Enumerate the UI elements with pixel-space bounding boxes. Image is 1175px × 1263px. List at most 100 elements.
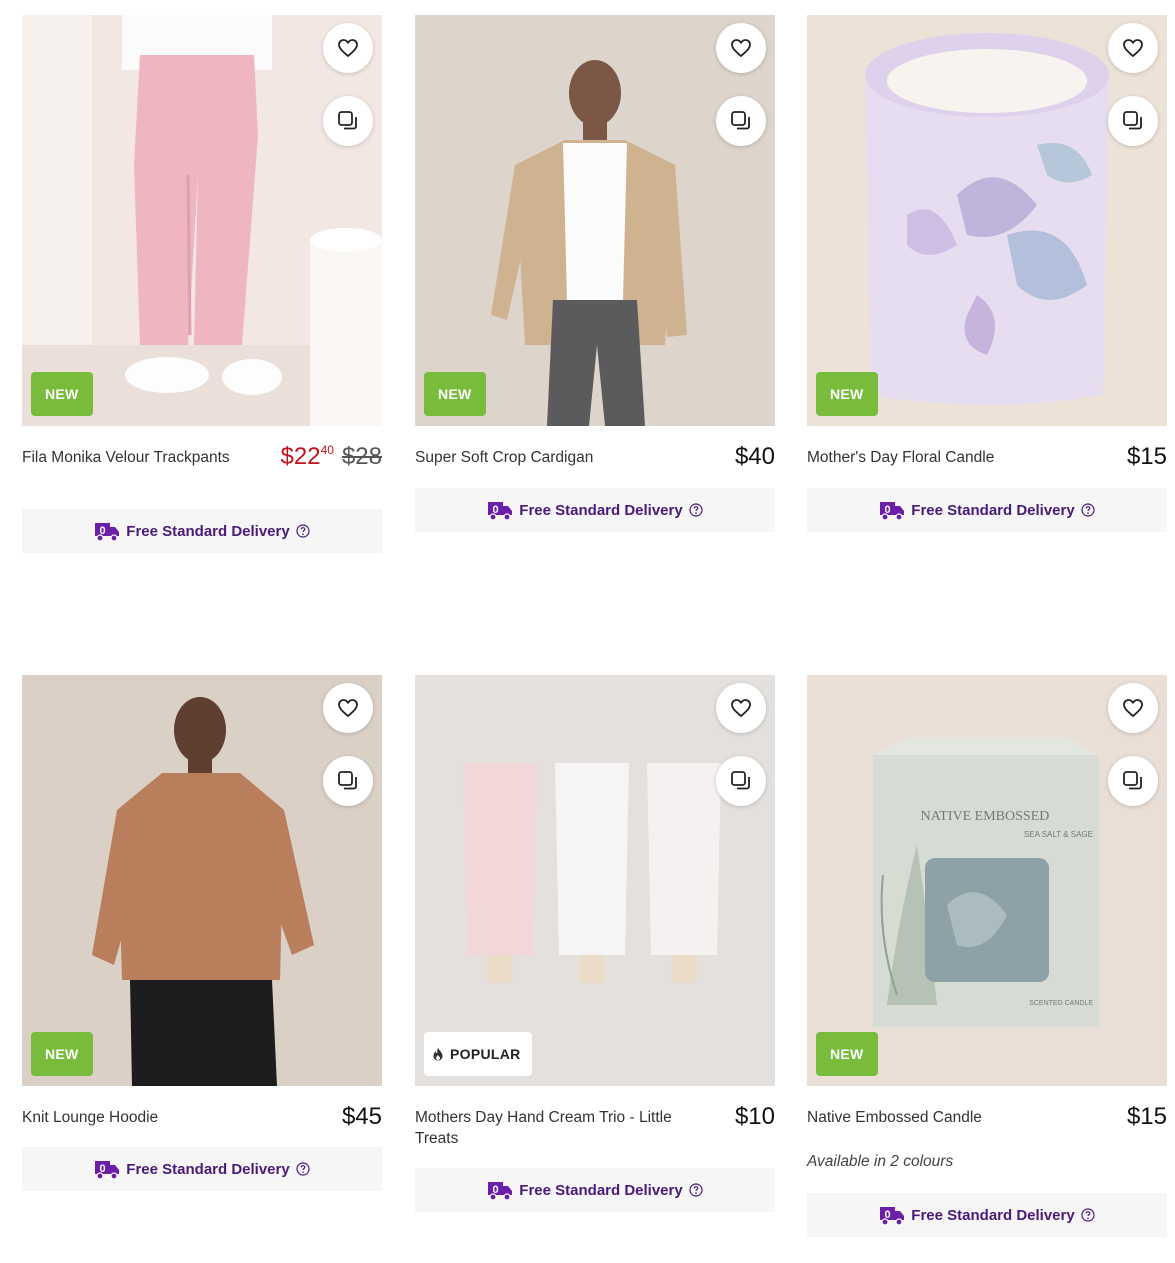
heart-icon xyxy=(731,39,751,57)
delivery-truck-icon: 0 xyxy=(95,523,120,542)
box-title: NATIVE EMBOSSED xyxy=(921,809,1050,824)
compare-icon xyxy=(1123,111,1142,130)
product-photo: NATIVE EMBOSSED SEA SALT & SAGE SCENTED … xyxy=(807,675,1167,1086)
compare-button[interactable] xyxy=(716,756,766,806)
delivery-label: Free Standard Delivery xyxy=(519,1181,683,1199)
svg-text:0: 0 xyxy=(100,1163,106,1175)
delivery-label: Free Standard Delivery xyxy=(126,1160,290,1178)
compare-icon xyxy=(731,111,750,130)
help-circle-icon[interactable] xyxy=(689,503,703,517)
compare-button[interactable] xyxy=(716,96,766,146)
delivery-label: Free Standard Delivery xyxy=(126,522,290,540)
product-price: $40 xyxy=(734,443,775,470)
svg-text:0: 0 xyxy=(100,525,106,537)
product-price: $45 xyxy=(341,1103,382,1130)
product-photo xyxy=(415,15,775,426)
product-name[interactable]: Super Soft Crop Cardigan xyxy=(415,447,625,468)
product-price: $15 xyxy=(1126,443,1167,470)
delivery-label: Free Standard Delivery xyxy=(911,1206,1075,1224)
wishlist-button[interactable] xyxy=(323,23,373,73)
free-delivery-banner[interactable]: 0 Free Standard Delivery xyxy=(415,488,775,532)
product-price: $15 xyxy=(1126,1103,1167,1130)
svg-text:0: 0 xyxy=(493,1184,499,1196)
popular-label: POPULAR xyxy=(450,1046,521,1062)
product-name[interactable]: Knit Lounge Hoodie xyxy=(22,1107,232,1128)
product-photo xyxy=(415,675,775,1086)
free-delivery-banner[interactable]: 0 Free Standard Delivery xyxy=(807,488,1167,532)
heart-icon xyxy=(1123,699,1143,717)
product-image[interactable]: NEW xyxy=(22,675,382,1086)
help-circle-icon[interactable] xyxy=(296,1162,310,1176)
product-price: $2240 $28 xyxy=(281,443,382,471)
delivery-truck-icon: 0 xyxy=(488,1182,513,1201)
heart-icon xyxy=(731,699,751,717)
new-badge: NEW xyxy=(816,1032,878,1076)
help-circle-icon[interactable] xyxy=(296,524,310,538)
free-delivery-banner[interactable]: 0 Free Standard Delivery xyxy=(22,1147,382,1191)
help-circle-icon[interactable] xyxy=(1081,503,1095,517)
product-photo xyxy=(22,675,382,1086)
delivery-truck-icon: 0 xyxy=(880,1207,905,1226)
product-card[interactable]: NEW Super Soft Crop Cardigan $40 0 Free … xyxy=(415,15,775,532)
sale-price-dollars: $22 xyxy=(280,443,321,470)
compare-icon xyxy=(731,771,750,790)
product-name[interactable]: Native Embossed Candle xyxy=(807,1107,1017,1128)
compare-button[interactable] xyxy=(323,96,373,146)
new-badge: NEW xyxy=(424,372,486,416)
box-footer: SCENTED CANDLE xyxy=(1029,1000,1093,1007)
product-image[interactable]: NATIVE EMBOSSED SEA SALT & SAGE SCENTED … xyxy=(807,675,1167,1086)
heart-icon xyxy=(338,699,358,717)
product-image[interactable]: NEW xyxy=(22,15,382,426)
svg-text:0: 0 xyxy=(493,504,499,516)
free-delivery-banner[interactable]: 0 Free Standard Delivery xyxy=(22,509,382,553)
svg-text:0: 0 xyxy=(885,504,891,516)
svg-text:0: 0 xyxy=(885,1209,891,1221)
product-photo xyxy=(807,15,1167,426)
product-image[interactable]: NEW xyxy=(807,15,1167,426)
sale-price: $2240 xyxy=(281,443,334,470)
product-card[interactable]: NEW Knit Lounge Hoodie $45 0 Free Standa… xyxy=(22,675,382,1191)
popular-badge: POPULAR xyxy=(424,1032,532,1076)
product-image[interactable]: POPULAR xyxy=(415,675,775,1086)
wishlist-button[interactable] xyxy=(323,683,373,733)
original-price: $28 xyxy=(341,443,382,470)
help-circle-icon[interactable] xyxy=(689,1183,703,1197)
help-circle-icon[interactable] xyxy=(1081,1208,1095,1222)
free-delivery-banner[interactable]: 0 Free Standard Delivery xyxy=(807,1193,1167,1237)
wishlist-button[interactable] xyxy=(716,683,766,733)
delivery-truck-icon: 0 xyxy=(95,1161,120,1180)
delivery-label: Free Standard Delivery xyxy=(911,501,1075,519)
product-image[interactable]: NEW xyxy=(415,15,775,426)
free-delivery-banner[interactable]: 0 Free Standard Delivery xyxy=(415,1168,775,1212)
product-price: $10 xyxy=(734,1103,775,1130)
heart-icon xyxy=(1123,39,1143,57)
heart-icon xyxy=(338,39,358,57)
compare-button[interactable] xyxy=(1108,756,1158,806)
delivery-truck-icon: 0 xyxy=(488,502,513,521)
flame-icon xyxy=(433,1047,443,1061)
product-name[interactable]: Mother's Day Floral Candle xyxy=(807,447,1017,468)
box-scent: SEA SALT & SAGE xyxy=(1024,830,1093,839)
colour-availability: Available in 2 colours xyxy=(807,1153,954,1170)
compare-button[interactable] xyxy=(1108,96,1158,146)
sale-price-cents: 40 xyxy=(320,443,334,457)
product-photo xyxy=(22,15,382,426)
product-card[interactable]: POPULAR Mothers Day Hand Cream Trio - Li… xyxy=(415,675,775,1212)
product-card[interactable]: NATIVE EMBOSSED SEA SALT & SAGE SCENTED … xyxy=(807,675,1167,1237)
compare-icon xyxy=(338,771,357,790)
wishlist-button[interactable] xyxy=(716,23,766,73)
product-card[interactable]: NEW Mother's Day Floral Candle $15 0 Fre… xyxy=(807,15,1167,532)
wishlist-button[interactable] xyxy=(1108,23,1158,73)
new-badge: NEW xyxy=(31,372,93,416)
delivery-truck-icon: 0 xyxy=(880,502,905,521)
new-badge: NEW xyxy=(31,1032,93,1076)
wishlist-button[interactable] xyxy=(1108,683,1158,733)
compare-icon xyxy=(338,111,357,130)
compare-icon xyxy=(1123,771,1142,790)
product-name[interactable]: Fila Monika Velour Trackpants xyxy=(22,447,232,468)
new-badge: NEW xyxy=(816,372,878,416)
compare-button[interactable] xyxy=(323,756,373,806)
product-card[interactable]: NEW Fila Monika Velour Trackpants $2240 $… xyxy=(22,15,382,553)
product-name[interactable]: Mothers Day Hand Cream Trio - Little Tre… xyxy=(415,1107,715,1149)
delivery-label: Free Standard Delivery xyxy=(519,501,683,519)
